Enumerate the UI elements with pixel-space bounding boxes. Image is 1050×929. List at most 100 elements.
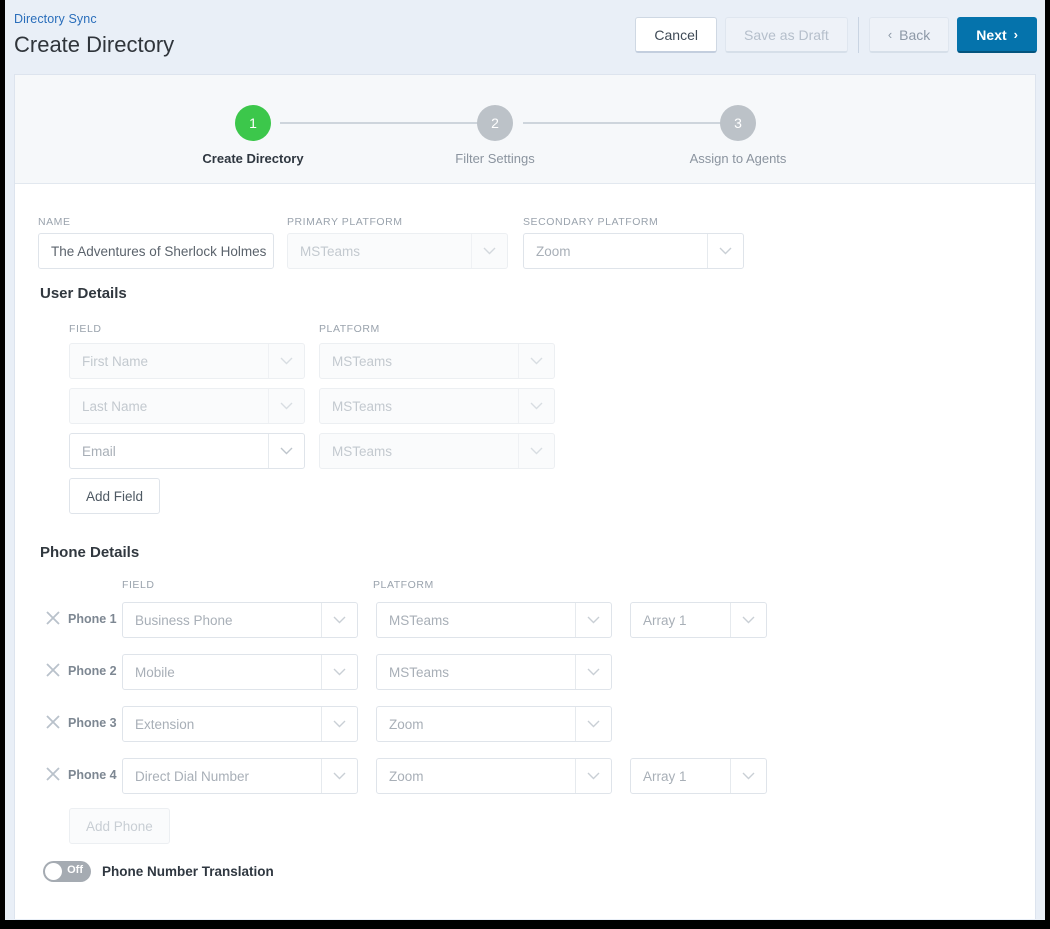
header-divider — [857, 17, 859, 53]
phone-field-select-1[interactable]: Business Phone — [122, 602, 358, 638]
phone-platform-value-2: MSTeams — [389, 664, 450, 680]
chevron-down-icon — [321, 759, 357, 793]
secondary-platform-value: Zoom — [536, 243, 571, 259]
chevron-down-icon — [518, 389, 554, 423]
phone-platform-select-4[interactable]: Zoom — [376, 758, 612, 794]
next-button[interactable]: Next › — [957, 17, 1037, 53]
add-phone-button[interactable]: Add Phone — [69, 808, 170, 844]
page-header: Directory Sync Create Directory Cancel S… — [5, 0, 1045, 74]
save-as-draft-button[interactable]: Save as Draft — [725, 17, 848, 53]
phone-platform-select-1[interactable]: MSTeams — [376, 602, 612, 638]
back-button[interactable]: ‹ Back — [868, 17, 950, 53]
name-input[interactable]: The Adventures of Sherlock Holmes — [38, 233, 274, 269]
chevron-down-icon — [268, 389, 304, 423]
user-field-value-2: Last Name — [82, 398, 148, 414]
user-platform-select-1[interactable]: MSTeams — [319, 343, 555, 379]
chevron-down-icon — [730, 603, 766, 637]
phone-array-select-1[interactable]: Array 1 — [630, 602, 767, 638]
toggle-knob — [45, 863, 62, 880]
remove-phone-2-icon[interactable] — [44, 661, 62, 684]
user-field-select-2[interactable]: Last Name — [69, 388, 305, 424]
phone-field-select-3[interactable]: Extension — [122, 706, 358, 742]
chevron-down-icon — [518, 344, 554, 378]
remove-phone-3-icon[interactable] — [44, 713, 62, 736]
chevron-down-icon — [575, 603, 611, 637]
user-platform-select-2[interactable]: MSTeams — [319, 388, 555, 424]
primary-platform-label: PRIMARY PLATFORM — [287, 216, 403, 228]
phone-row-label-2: Phone 2 — [68, 664, 117, 678]
page-title: Create Directory — [14, 32, 175, 57]
header-actions: Cancel Save as Draft ‹ Back Next › — [635, 17, 1037, 53]
wizard-stepper: 1 Create Directory 2 Filter Settings 3 A… — [15, 75, 1035, 184]
chevron-down-icon — [575, 655, 611, 689]
primary-platform-select[interactable]: MSTeams — [287, 233, 508, 269]
breadcrumb-directory-sync[interactable]: Directory Sync — [14, 12, 97, 26]
stepper-step-1-label: Create Directory — [202, 151, 304, 166]
stepper-step-1-circle: 1 — [235, 105, 271, 141]
phone-field-value-4: Direct Dial Number — [135, 768, 250, 784]
user-platform-value-1: MSTeams — [332, 353, 393, 369]
phone-array-select-4[interactable]: Array 1 — [630, 758, 767, 794]
phone-field-value-2: Mobile — [135, 664, 175, 680]
user-field-select-1[interactable]: First Name — [69, 343, 305, 379]
chevron-down-icon — [575, 759, 611, 793]
phone-field-value-1: Business Phone — [135, 612, 233, 628]
phone-row-label-1: Phone 1 — [68, 612, 117, 626]
user-details-platform-column-header: PLATFORM — [319, 323, 380, 335]
user-platform-select-3[interactable]: MSTeams — [319, 433, 555, 469]
next-button-label: Next — [976, 26, 1007, 43]
user-field-value-1: First Name — [82, 353, 149, 369]
stepper-step-2[interactable]: 2 Filter Settings — [415, 105, 575, 166]
user-details-title: User Details — [40, 285, 127, 302]
chevron-down-icon — [518, 434, 554, 468]
user-field-value-3: Email — [82, 443, 116, 459]
phone-details-field-column-header: FIELD — [122, 579, 155, 591]
stepper-step-2-circle: 2 — [477, 105, 513, 141]
phone-field-select-4[interactable]: Direct Dial Number — [122, 758, 358, 794]
stepper-connector-2 — [523, 122, 736, 124]
user-field-select-3[interactable]: Email — [69, 433, 305, 469]
phone-platform-select-3[interactable]: Zoom — [376, 706, 612, 742]
stepper-step-3-label: Assign to Agents — [689, 151, 787, 166]
stepper-step-1[interactable]: 1 Create Directory — [173, 105, 333, 166]
phone-array-value-4: Array 1 — [643, 768, 687, 784]
remove-phone-4-icon[interactable] — [44, 765, 62, 788]
chevron-down-icon — [707, 234, 743, 268]
name-label: NAME — [38, 216, 71, 228]
cancel-button[interactable]: Cancel — [635, 17, 717, 53]
chevron-down-icon — [321, 707, 357, 741]
remove-phone-1-icon[interactable] — [44, 609, 62, 632]
phone-number-translation-label: Phone Number Translation — [102, 864, 274, 879]
chevron-down-icon — [268, 344, 304, 378]
chevron-down-icon — [268, 434, 304, 468]
phone-number-translation-row: Off Phone Number Translation — [43, 861, 274, 882]
phone-details-title: Phone Details — [40, 544, 140, 561]
app-page: Directory Sync Create Directory Cancel S… — [5, 0, 1045, 920]
primary-platform-value: MSTeams — [300, 243, 361, 259]
back-button-label: Back — [899, 26, 931, 43]
secondary-platform-label: SECONDARY PLATFORM — [523, 216, 659, 228]
stepper-connector-1 — [280, 122, 502, 124]
toggle-state-label: Off — [67, 864, 83, 876]
chevron-down-icon — [471, 234, 507, 268]
chevron-down-icon — [730, 759, 766, 793]
add-field-button[interactable]: Add Field — [69, 478, 161, 514]
content-panel: 1 Create Directory 2 Filter Settings 3 A… — [14, 74, 1036, 919]
phone-platform-value-3: Zoom — [389, 716, 424, 732]
phone-field-value-3: Extension — [135, 716, 195, 732]
secondary-platform-select[interactable]: Zoom — [523, 233, 744, 269]
phone-row-label-3: Phone 3 — [68, 716, 117, 730]
phone-details-platform-column-header: PLATFORM — [373, 579, 434, 591]
stepper-step-3[interactable]: 3 Assign to Agents — [658, 105, 818, 166]
screenshot-frame: Directory Sync Create Directory Cancel S… — [0, 0, 1050, 929]
phone-array-value-1: Array 1 — [643, 612, 687, 628]
phone-number-translation-toggle[interactable]: Off — [43, 861, 91, 882]
phone-platform-select-2[interactable]: MSTeams — [376, 654, 612, 690]
phone-platform-value-4: Zoom — [389, 768, 424, 784]
stepper-step-3-circle: 3 — [720, 105, 756, 141]
chevron-down-icon — [321, 603, 357, 637]
chevron-down-icon — [321, 655, 357, 689]
phone-platform-value-1: MSTeams — [389, 612, 450, 628]
user-details-field-column-header: FIELD — [69, 323, 102, 335]
phone-field-select-2[interactable]: Mobile — [122, 654, 358, 690]
